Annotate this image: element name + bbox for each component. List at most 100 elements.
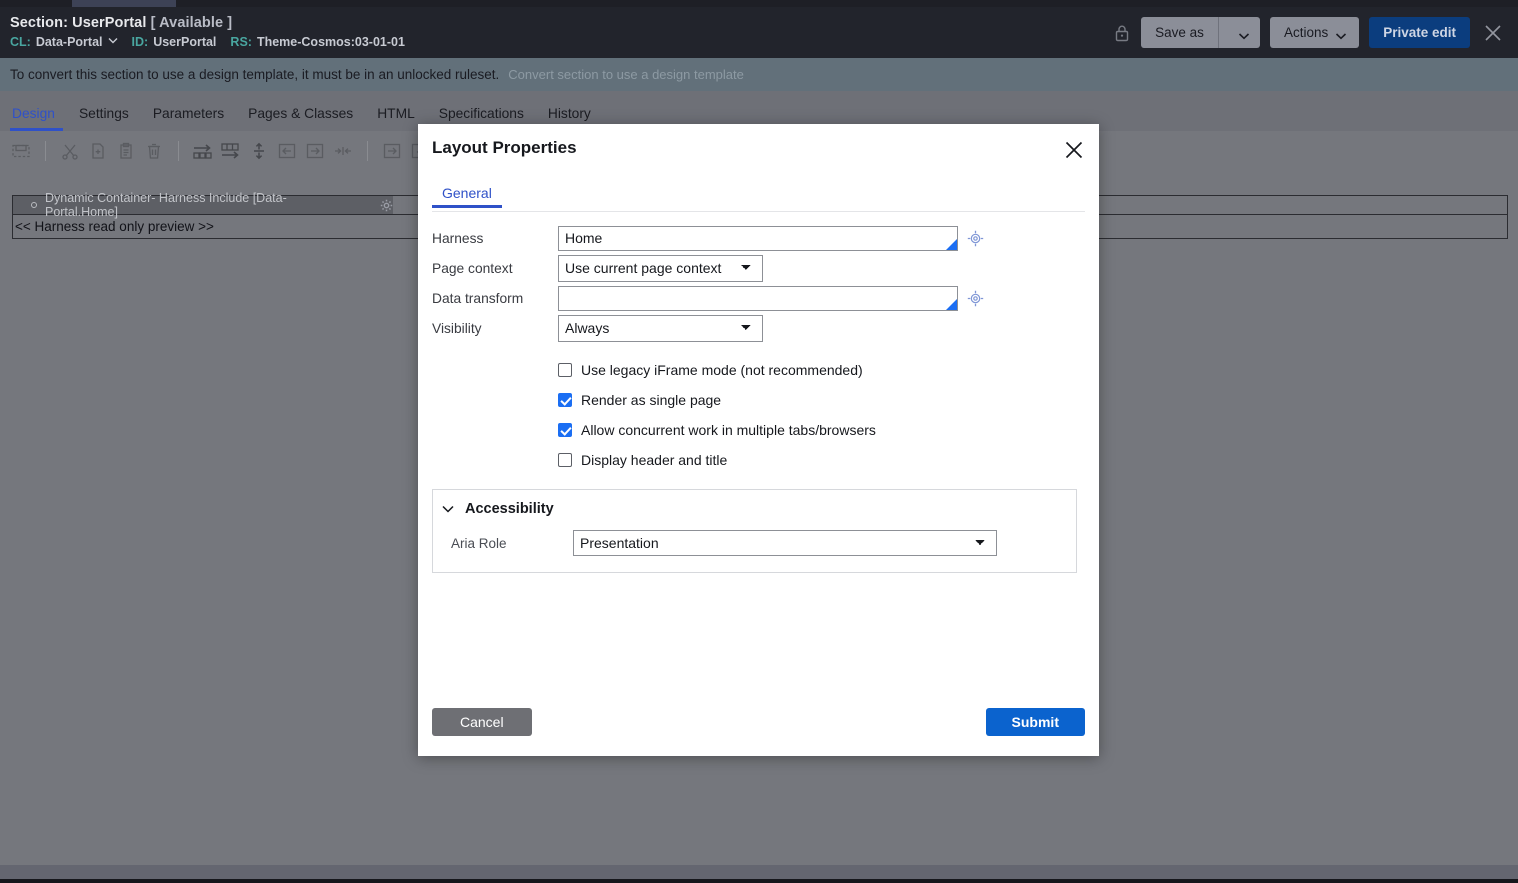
insert-column-icon[interactable] <box>218 138 244 164</box>
chevron-down-icon[interactable] <box>439 500 457 518</box>
notification-message: To convert this section to use a design … <box>10 67 500 82</box>
checkbox-row-display-header: Display header and title <box>558 445 1085 475</box>
browser-tab-nub <box>72 0 176 7</box>
dialog-form: Harness Page context Use current page c <box>432 223 1085 573</box>
harness-label: Harness <box>432 230 484 246</box>
class-label: CL: <box>10 35 31 49</box>
data-transform-label: Data transform <box>432 290 524 306</box>
toolbar-divider <box>45 141 46 161</box>
cancel-button[interactable]: Cancel <box>432 708 532 736</box>
render-single-page-label[interactable]: Render as single page <box>581 392 721 408</box>
accessibility-section-title: Accessibility <box>465 501 554 517</box>
ruleset-label: RS: <box>230 35 252 49</box>
tab-design[interactable]: Design <box>10 106 67 131</box>
select-region-icon[interactable] <box>8 138 34 164</box>
app-root: Section: UserPortal [ Available ] CL: Da… <box>0 0 1518 883</box>
harness-input[interactable] <box>558 225 958 251</box>
tab-parameters[interactable]: Parameters <box>141 106 236 131</box>
header-identity: Section: UserPortal [ Available ] CL: Da… <box>0 15 1113 50</box>
data-transform-input-wrap <box>558 285 958 311</box>
save-as-button-group: Save as <box>1141 17 1260 48</box>
field-row-harness: Harness <box>432 223 1085 253</box>
handle-icon <box>31 202 37 208</box>
class-value: Data-Portal <box>35 35 103 49</box>
checkbox-row-legacy-iframe: Use legacy iFrame mode (not recommended) <box>558 355 1085 385</box>
visibility-label: Visibility <box>432 320 482 336</box>
window-bottom-edge <box>0 879 1518 883</box>
status-bar <box>0 865 1518 879</box>
accessibility-section-header[interactable]: Accessibility <box>433 500 1076 518</box>
ruleset-value: Theme-Cosmos:03-01-01 <box>256 35 405 49</box>
page-title: Section: UserPortal [ Available ] <box>10 15 1113 32</box>
id-label: ID: <box>131 35 149 49</box>
dialog-footer: Cancel Submit <box>432 708 1085 736</box>
toolbar-divider <box>178 141 179 161</box>
page-context-select[interactable]: Use current page context <box>558 254 763 282</box>
header-meta: CL: Data-Portal ID: UserPortal RS: Theme… <box>10 35 1113 50</box>
availability-status: [ Available ] <box>150 15 233 31</box>
field-row-page-context: Page context Use current page context <box>432 253 1085 283</box>
close-icon[interactable] <box>1061 137 1087 163</box>
open-data-transform-target-icon[interactable] <box>967 290 984 307</box>
tab-settings[interactable]: Settings <box>67 106 141 131</box>
dynamic-container-label: Dynamic Container- Harness Include [Data… <box>44 191 287 219</box>
convert-section-link[interactable]: Convert section to use a design template <box>508 67 744 82</box>
field-row-visibility: Visibility Always <box>432 313 1085 343</box>
insert-right-icon[interactable] <box>302 138 328 164</box>
app-header: Section: UserPortal [ Available ] CL: Da… <box>0 7 1518 58</box>
render-single-page-checkbox[interactable] <box>558 393 572 407</box>
id-value: UserPortal <box>153 35 217 49</box>
private-edit-button[interactable]: Private edit <box>1369 17 1470 48</box>
display-header-label[interactable]: Display header and title <box>581 452 727 468</box>
concurrent-work-label[interactable]: Allow concurrent work in multiple tabs/b… <box>581 422 876 438</box>
harness-input-wrap <box>558 225 958 251</box>
checkbox-row-concurrent-work: Allow concurrent work in multiple tabs/b… <box>558 415 1085 445</box>
cut-icon[interactable] <box>57 138 83 164</box>
merge-cells-icon[interactable] <box>330 138 356 164</box>
display-header-checkbox[interactable] <box>558 453 572 467</box>
gear-icon[interactable] <box>380 199 393 212</box>
distribute-vertical-icon[interactable] <box>246 138 272 164</box>
open-harness-target-icon[interactable] <box>967 230 984 247</box>
move-right-icon[interactable] <box>379 138 405 164</box>
close-icon[interactable] <box>1480 20 1506 46</box>
chevron-down-icon <box>1238 28 1249 39</box>
checkbox-row-render-single-page: Render as single page <box>558 385 1085 415</box>
delete-icon[interactable] <box>141 138 167 164</box>
actions-button-label: Actions <box>1283 25 1329 40</box>
insert-row-icon[interactable] <box>190 138 216 164</box>
aria-role-select[interactable]: Presentation <box>573 530 997 556</box>
page-title-text: Section: UserPortal <box>10 15 147 31</box>
submit-button[interactable]: Submit <box>985 708 1085 736</box>
window-top-strip <box>0 0 1518 7</box>
lock-icon <box>1113 23 1131 43</box>
data-transform-input[interactable] <box>558 285 958 311</box>
save-as-dropdown-button[interactable] <box>1218 17 1260 48</box>
paste-icon[interactable] <box>113 138 139 164</box>
aria-role-row: Aria Role Presentation <box>433 530 1076 556</box>
concurrent-work-checkbox[interactable] <box>558 423 572 437</box>
page-context-label: Page context <box>432 260 513 276</box>
toolbar-divider <box>367 141 368 161</box>
tab-general[interactable]: General <box>432 181 502 208</box>
legacy-iframe-label[interactable]: Use legacy iFrame mode (not recommended) <box>581 362 863 378</box>
chevron-down-icon[interactable] <box>108 34 118 49</box>
options-checkbox-group: Use legacy iFrame mode (not recommended)… <box>432 355 1085 475</box>
tab-pages-and-classes[interactable]: Pages & Classes <box>236 106 365 131</box>
copy-icon[interactable] <box>85 138 111 164</box>
actions-button[interactable]: Actions <box>1269 17 1360 48</box>
insert-left-icon[interactable] <box>274 138 300 164</box>
dialog-tab-rule <box>432 211 1085 212</box>
dialog-tab-bar: General <box>432 181 1099 208</box>
notification-bar: To convert this section to use a design … <box>0 58 1518 91</box>
dynamic-container-header[interactable]: Dynamic Container- Harness Include [Data… <box>13 191 393 219</box>
header-actions: Save as Actions Private edit <box>1113 17 1518 48</box>
save-as-button[interactable]: Save as <box>1141 17 1218 48</box>
aria-role-label: Aria Role <box>451 535 507 551</box>
accessibility-section: Accessibility Aria Role Presentation <box>432 489 1077 573</box>
legacy-iframe-checkbox[interactable] <box>558 363 572 377</box>
visibility-select[interactable]: Always <box>558 314 763 342</box>
layout-properties-dialog: Layout Properties General Harness Home P… <box>418 124 1099 756</box>
chevron-down-icon <box>1335 28 1347 39</box>
field-row-data-transform: Data transform <box>432 283 1085 313</box>
